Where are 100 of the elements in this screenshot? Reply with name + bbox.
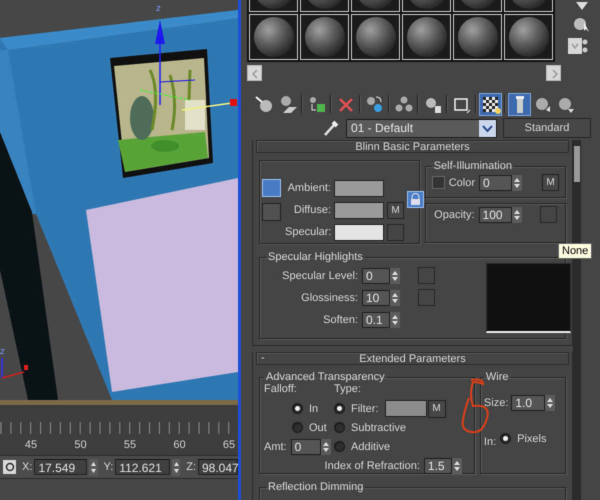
toolbar-button[interactable] <box>508 92 531 116</box>
number-field[interactable]: 10 <box>362 290 390 306</box>
color-swatch[interactable] <box>334 202 384 218</box>
coordinate-field[interactable]: 98.047 <box>198 459 238 475</box>
ruler-label: 50 <box>74 439 87 451</box>
axis-tripod-drawing <box>1 358 28 379</box>
color-swatch[interactable] <box>334 224 384 240</box>
color-swatch[interactable] <box>334 180 384 196</box>
spinner-button[interactable] <box>172 458 180 476</box>
radio-button[interactable] <box>292 422 303 433</box>
sphere-preview <box>356 17 396 57</box>
checkbox[interactable] <box>432 176 445 189</box>
spinner-button[interactable] <box>390 268 400 284</box>
map-button[interactable]: M <box>542 174 559 191</box>
field-label: Specular: <box>285 226 331 238</box>
field-label: Diffuse: <box>292 204 331 216</box>
spinner-button[interactable] <box>320 439 331 455</box>
radio-button[interactable] <box>500 433 512 444</box>
ruler-label: 55 <box>124 439 136 451</box>
spinner-button[interactable] <box>545 395 556 411</box>
field-label: Specular Level: <box>281 270 358 282</box>
sample-slot[interactable] <box>453 14 502 60</box>
sample-slot[interactable] <box>249 14 298 60</box>
sample-slot[interactable] <box>300 14 349 60</box>
field-label: Amt: <box>264 441 287 453</box>
rollout-header[interactable]: - Extended Parameters <box>256 352 569 365</box>
sphere-preview <box>254 17 294 57</box>
number-field[interactable]: 0.1 <box>362 312 390 328</box>
material-name-dropdown[interactable]: 01 - Default <box>346 118 497 138</box>
eyedropper-icon[interactable] <box>322 119 340 137</box>
field-label: Index of Refraction: <box>324 460 420 472</box>
group-title: Self-Illumination <box>432 160 513 172</box>
scrollbar-thumb[interactable] <box>574 146 580 182</box>
sample-slot[interactable] <box>504 14 553 60</box>
spinner-button[interactable] <box>512 206 522 222</box>
ruler-label: 60 <box>173 439 186 451</box>
group-title: Specular Highlights <box>267 251 364 263</box>
field-label: Type: <box>334 383 362 397</box>
radio-button[interactable] <box>334 441 345 452</box>
sphere-preview <box>406 17 446 57</box>
radio-button[interactable] <box>334 422 345 433</box>
number-field[interactable]: 1.5 <box>424 458 452 474</box>
color-mode-button[interactable] <box>262 179 281 197</box>
color-mode-button[interactable] <box>262 203 281 221</box>
sphere-cursor-icon[interactable] <box>572 16 590 32</box>
radio-button[interactable] <box>292 403 303 414</box>
axis-label: z <box>156 4 161 14</box>
spinner-button[interactable] <box>452 458 462 474</box>
radio-label: In <box>309 402 318 414</box>
spinner-button[interactable] <box>390 290 400 306</box>
radio-label: Pixels <box>517 432 546 444</box>
spinner-button[interactable] <box>512 174 522 190</box>
field-label: In: <box>484 436 496 448</box>
group-title: Reflection Dimming <box>267 481 364 493</box>
radio-button[interactable] <box>334 403 345 414</box>
dots-icon[interactable] <box>574 38 590 54</box>
spinner-button[interactable] <box>89 458 98 476</box>
number-field[interactable]: 1.0 <box>511 395 546 411</box>
number-field[interactable]: 100 <box>478 206 512 222</box>
group-title: Advanced Transparency <box>265 371 386 383</box>
axis-label: Z: <box>186 461 196 473</box>
rollout-title[interactable]: Extended Parameters <box>359 352 466 364</box>
field-label: Opacity: <box>434 208 475 220</box>
map-button[interactable]: M <box>428 400 446 418</box>
axis-label: X: <box>22 461 32 473</box>
sphere-preview <box>304 17 344 57</box>
number-field[interactable]: 0 <box>290 439 321 455</box>
field-label: Ambient: <box>286 182 331 194</box>
lock-button[interactable] <box>407 190 424 208</box>
radio-label: Subtractive <box>351 422 406 434</box>
lock-icon <box>408 192 423 206</box>
rollout-title[interactable]: Blinn Basic Parameters <box>355 140 470 152</box>
field-label: Color <box>448 176 475 188</box>
spheres-icon <box>393 94 414 114</box>
field-label: Soften: <box>322 314 358 326</box>
crosshair-icon[interactable] <box>3 460 16 474</box>
scroll-down-button[interactable] <box>568 38 582 54</box>
material-type-button[interactable]: Standard <box>503 118 591 138</box>
toolbar-button[interactable] <box>479 92 502 116</box>
field-label: Falloff: <box>264 383 298 397</box>
field-label: Glossiness: <box>300 292 358 304</box>
coordinate-field[interactable]: 17.549 <box>34 459 88 475</box>
rollout-header[interactable]: Blinn Basic Parameters <box>256 140 569 153</box>
number-field[interactable]: 0 <box>479 174 512 190</box>
ruler-label: 45 <box>24 439 38 451</box>
spinner-button[interactable] <box>390 312 400 328</box>
radio-label: Additive <box>351 440 390 452</box>
sample-slot[interactable] <box>351 14 400 60</box>
color-swatch[interactable] <box>384 400 426 417</box>
sample-slot[interactable] <box>402 14 451 60</box>
group-title: Wire <box>484 371 510 383</box>
sphere-wand-icon <box>254 94 275 114</box>
coordinate-field[interactable]: 112.621 <box>115 459 170 475</box>
collapse-toggle[interactable]: - <box>261 352 265 364</box>
map-button[interactable]: M <box>387 202 404 218</box>
field-label: Size: <box>484 397 508 409</box>
number-field[interactable]: 0 <box>362 268 390 284</box>
radio-label: Filter: <box>351 402 378 414</box>
diamond-icon[interactable] <box>574 2 590 12</box>
axis-label: z <box>0 347 5 357</box>
